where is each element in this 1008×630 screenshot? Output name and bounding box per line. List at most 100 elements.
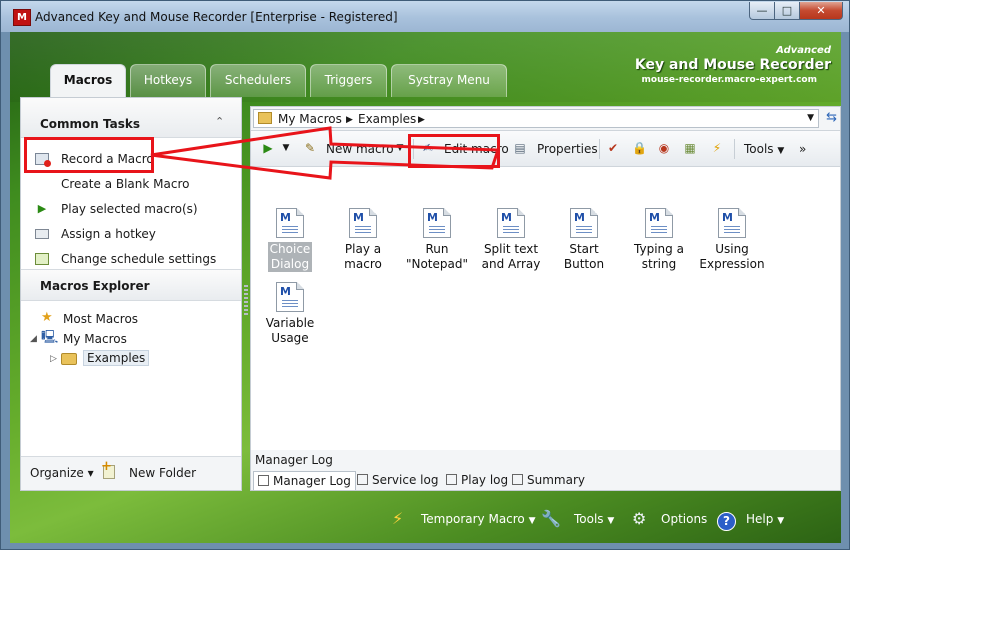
file-label: Variable Usage xyxy=(265,316,315,345)
task-play-selected[interactable]: ▶ Play selected macro(s) xyxy=(21,199,241,221)
log-tab-summary[interactable]: Summary xyxy=(512,471,585,489)
schedule-icon[interactable]: ▦ xyxy=(683,141,697,155)
address-field[interactable]: My Macros ▶ Examples ▶ ▼ xyxy=(253,109,819,128)
breadcrumb-arrow-icon[interactable]: ▶ xyxy=(346,115,353,125)
file-label: Using Expression xyxy=(699,242,765,271)
minimize-button[interactable]: — xyxy=(749,2,775,20)
title-bar[interactable]: M Advanced Key and Mouse Recorder [Enter… xyxy=(1,1,849,32)
tools-bottom-menu[interactable]: Tools ▼ xyxy=(574,512,614,526)
main-tabs: Macros Hotkeys Schedulers Triggers Systr… xyxy=(50,64,511,97)
common-tasks-header[interactable]: Common Tasks ⌃ xyxy=(21,98,241,138)
left-pane-footer: Organize ▾ New Folder xyxy=(21,456,241,490)
new-macro-icon: ✎ xyxy=(304,141,316,155)
chevron-down-icon: ▼ xyxy=(777,516,785,526)
help-menu[interactable]: Help ▼ xyxy=(746,512,784,526)
log-tab-manager-log[interactable]: Manager Log xyxy=(253,471,356,490)
gear-icon[interactable]: ⚙ xyxy=(632,509,646,528)
macro-file-item[interactable]: M Variable Usage xyxy=(255,282,325,346)
help-icon[interactable]: ? xyxy=(717,510,736,531)
macros-explorer-header: Macros Explorer xyxy=(21,269,241,301)
record-icon[interactable]: ◉ xyxy=(657,141,671,155)
new-folder-icon[interactable] xyxy=(101,459,115,479)
tools-menu-button[interactable]: Tools ▼ xyxy=(744,140,784,158)
annotation-box-edit-macro xyxy=(408,134,500,168)
pane-splitter[interactable] xyxy=(244,285,248,315)
tab-macros[interactable]: Macros xyxy=(50,64,126,97)
play-dropdown-icon[interactable]: ▼ xyxy=(279,141,293,155)
checklist-icon[interactable]: ✔ xyxy=(606,141,620,155)
macro-file-item[interactable]: M Using Expression xyxy=(697,208,767,272)
macro-file-icon: M xyxy=(645,208,673,238)
properties-button[interactable]: Properties xyxy=(537,140,598,158)
organize-button[interactable]: Organize ▾ xyxy=(30,466,94,480)
summary-icon xyxy=(512,474,523,485)
help-label: Help xyxy=(746,512,774,526)
chevron-down-icon: ▼ xyxy=(777,146,785,156)
macro-file-item[interactable]: M Run "Notepad" xyxy=(402,208,472,272)
lock-icon[interactable]: 🔒 xyxy=(632,141,647,155)
task-label: Create a Blank Macro xyxy=(61,177,190,191)
annotation-box-record-macro xyxy=(24,137,154,173)
macros-explorer-title: Macros Explorer xyxy=(40,279,150,293)
task-change-schedule[interactable]: Change schedule settings xyxy=(21,249,241,271)
toolbar-overflow-button[interactable]: » xyxy=(799,140,806,158)
macro-file-icon: M xyxy=(497,208,525,238)
log-tab-label: Summary xyxy=(527,473,585,487)
macro-file-icon: M xyxy=(349,208,377,238)
macro-file-list: M Choice Dialog M Play a macro M Run "No… xyxy=(251,168,840,458)
tools-bottom-label: Tools xyxy=(574,512,604,526)
tab-hotkeys[interactable]: Hotkeys xyxy=(130,64,206,97)
collapse-arrow-icon[interactable]: ◢ xyxy=(30,334,37,344)
log-panel-title: Manager Log xyxy=(255,453,333,467)
temporary-macro-menu[interactable]: Temporary Macro ▼ xyxy=(421,512,536,526)
maximize-button[interactable]: □ xyxy=(775,2,800,20)
task-assign-hotkey[interactable]: Assign a hotkey xyxy=(21,224,241,246)
macro-file-item[interactable]: M Start Button xyxy=(549,208,619,272)
play-icon[interactable]: ▶ xyxy=(261,141,275,155)
bottom-toolbar: ⚡ Temporary Macro ▼ 🔧 Tools ▼ ⚙ Options … xyxy=(10,508,841,534)
address-dropdown-icon[interactable]: ▼ xyxy=(807,113,814,123)
app-body: Advanced Key and Mouse Recorder mouse-re… xyxy=(10,32,841,543)
chevron-down-icon[interactable]: ▼ xyxy=(393,141,407,155)
wrench-icon[interactable]: 🔧 xyxy=(541,509,561,528)
brand-subtitle: Advanced xyxy=(776,45,831,56)
close-button[interactable]: ✕ xyxy=(800,2,843,20)
tree-label: My Macros xyxy=(63,332,127,346)
chevron-down-icon: ▾ xyxy=(87,466,94,480)
tools-label: Tools xyxy=(744,142,774,156)
new-macro-button[interactable]: New macro xyxy=(326,140,394,158)
manager-log-panel: Manager Log Manager Log Service log Play… xyxy=(250,450,841,491)
log-tab-label: Play log xyxy=(461,473,509,487)
task-create-blank-macro[interactable]: Create a Blank Macro xyxy=(21,174,241,196)
log-tab-play-log[interactable]: Play log xyxy=(446,471,508,489)
common-tasks-title: Common Tasks xyxy=(40,117,141,131)
macro-file-item[interactable]: M Play a macro xyxy=(328,208,398,272)
chevron-down-icon: ▼ xyxy=(528,516,536,526)
new-folder-button[interactable]: New Folder xyxy=(129,466,196,480)
computer-icon: 🖳 xyxy=(41,330,59,345)
expand-arrow-icon[interactable]: ▷ xyxy=(50,354,57,364)
app-window: M Advanced Key and Mouse Recorder [Enter… xyxy=(0,0,850,550)
macro-file-icon: M xyxy=(276,282,304,312)
lightning-icon[interactable]: ⚡ xyxy=(392,509,403,528)
brand-url: mouse-recorder.macro-expert.com xyxy=(641,75,817,85)
breadcrumb-examples[interactable]: Examples xyxy=(358,112,416,126)
breadcrumb-arrow-icon[interactable]: ▶ xyxy=(418,115,425,125)
tab-schedulers[interactable]: Schedulers xyxy=(210,64,306,97)
lightning-icon[interactable]: ⚡ xyxy=(710,141,724,155)
collapse-icon[interactable]: ⌃ xyxy=(215,115,224,128)
app-logo-icon: M xyxy=(13,9,31,26)
breadcrumb-my-macros[interactable]: My Macros xyxy=(278,112,342,126)
tab-triggers[interactable]: Triggers xyxy=(310,64,387,97)
macro-file-item[interactable]: M Choice Dialog xyxy=(255,208,325,272)
macro-file-item[interactable]: M Typing a string xyxy=(624,208,694,272)
options-button[interactable]: Options xyxy=(661,512,707,526)
window-title: Advanced Key and Mouse Recorder [Enterpr… xyxy=(35,10,398,24)
file-label: Run "Notepad" xyxy=(405,242,469,271)
tab-systray-menu[interactable]: Systray Menu xyxy=(391,64,507,97)
keyboard-icon xyxy=(35,229,49,239)
refresh-icon[interactable]: ⇆ xyxy=(826,110,837,125)
log-tab-service-log[interactable]: Service log xyxy=(357,471,438,489)
brand-logo: Advanced Key and Mouse Recorder mouse-re… xyxy=(635,45,831,85)
macro-file-item[interactable]: M Split text and Array xyxy=(476,208,546,272)
